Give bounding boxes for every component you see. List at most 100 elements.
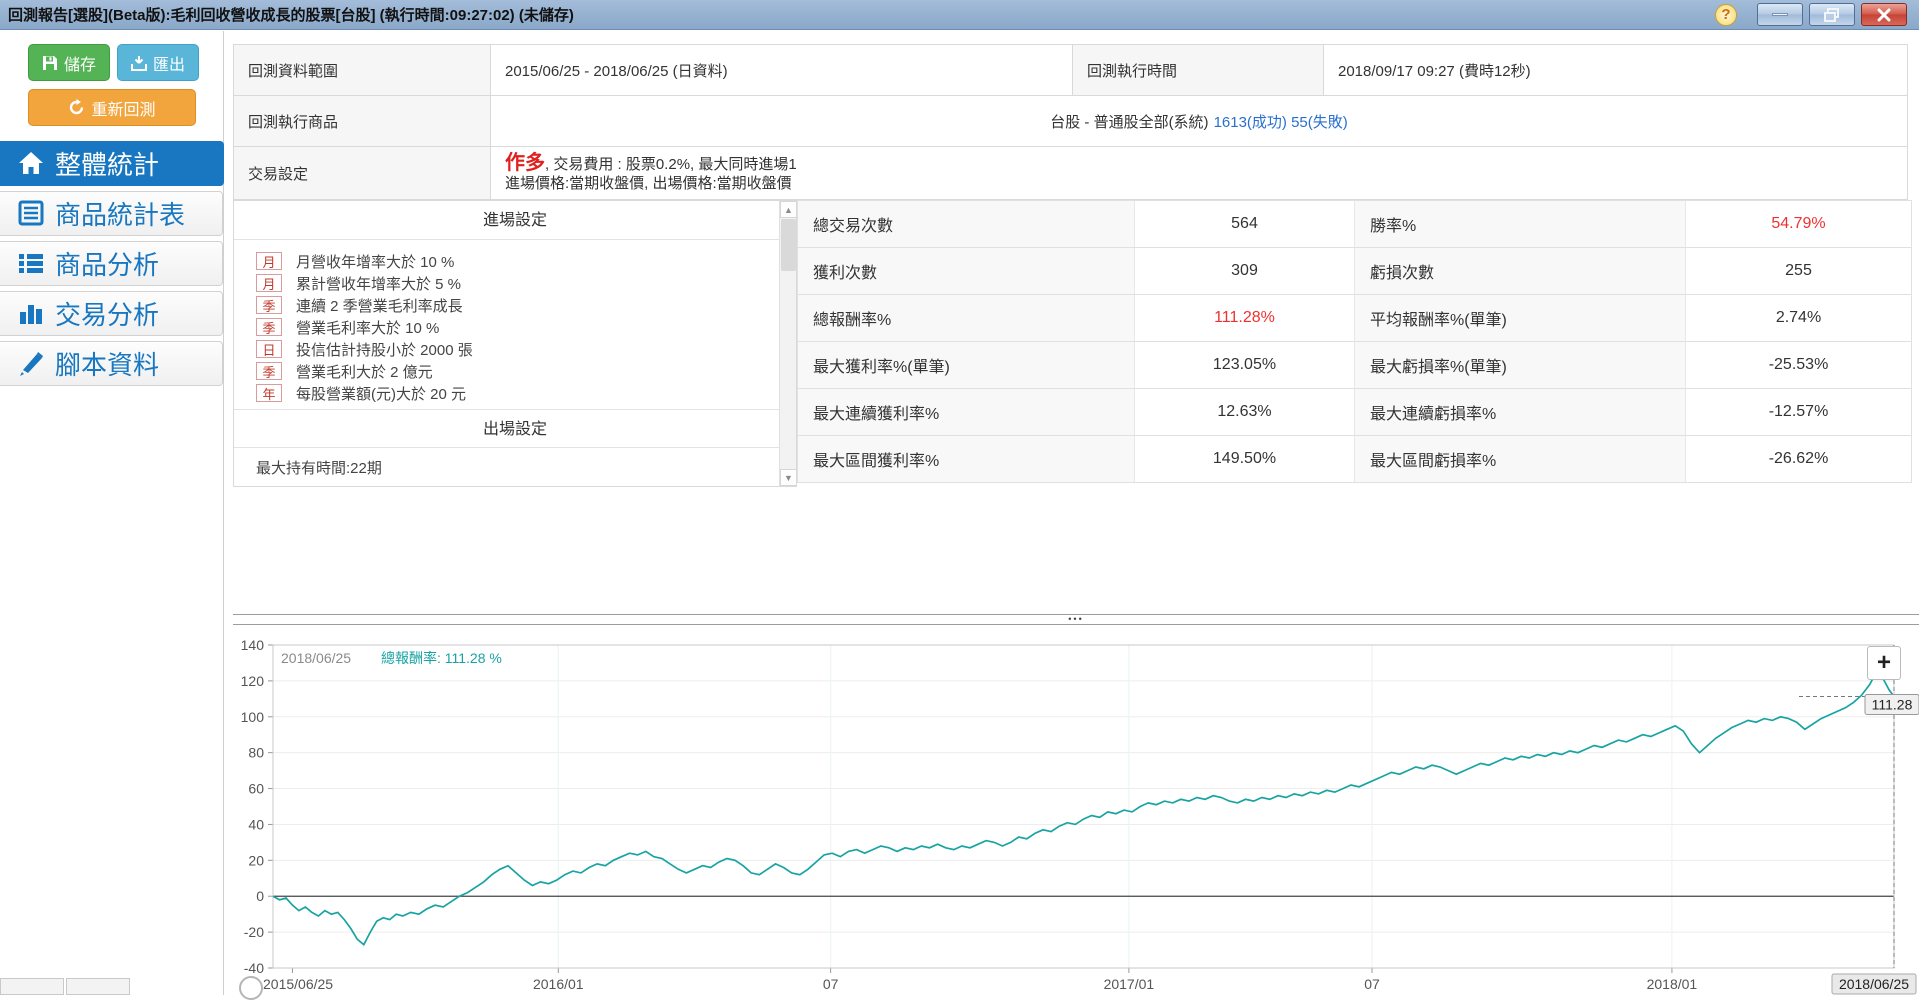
crosshair-x-label: 2018/06/25 (1839, 976, 1909, 992)
frequency-tag: 季 (256, 296, 282, 314)
trade-line1: , 交易費用 : 股票0.2%, 最大同時進場1 (545, 155, 797, 173)
plot-background (273, 645, 1894, 968)
save-button[interactable]: 儲存 (28, 44, 111, 81)
settings-scrollbar[interactable]: ▲ ▼ (779, 201, 796, 486)
stats-value: 149.50% (1135, 436, 1355, 482)
close-button[interactable] (1861, 3, 1907, 26)
sidebar-item-0[interactable]: 整體統計 (0, 141, 224, 186)
entry-setting-item: 季營業毛利大於 2 億元 (256, 360, 796, 382)
entry-setting-item: 年每股營業額(元)大於 20 元 (256, 382, 796, 404)
trade-settings-label: 交易設定 (234, 147, 491, 199)
x-tick-label: 2017/01 (1104, 976, 1155, 992)
scrollbar-thumb[interactable] (781, 219, 796, 271)
entry-settings-list: 月月營收年增率大於 10 % 月累計營收年增率大於 5 % 季連續 2 季營業毛利率… (234, 240, 796, 404)
entry-setting-item: 季營業毛利率大於 10 % (256, 316, 796, 338)
export-button[interactable]: 匯出 (117, 44, 200, 81)
minimize-button[interactable] (1757, 3, 1803, 26)
sidebar-item-label: 腳本資料 (55, 350, 160, 380)
sidebar-item-label: 整體統計 (55, 150, 160, 180)
sidebar-item-3[interactable]: 交易分析 (0, 291, 223, 336)
bottom-left-widget[interactable] (66, 978, 130, 995)
minimize-icon (1772, 13, 1788, 16)
product-value: 台股 - 普通股全部(系統) (1050, 113, 1209, 131)
list-icon (19, 254, 43, 273)
y-tick-label: 20 (248, 852, 264, 868)
pencil-icon (20, 352, 43, 376)
x-tick-label: 07 (1364, 976, 1380, 992)
range-value: 2015/06/25 - 2018/06/25 (日資料) (491, 45, 1073, 95)
table-icon (18, 200, 44, 226)
stats-value: 309 (1135, 248, 1355, 294)
entry-setting-item: 月累計營收年增率大於 5 % (256, 272, 796, 294)
scroll-up-icon[interactable]: ▲ (780, 201, 796, 218)
stats-value: 123.05% (1135, 342, 1355, 388)
close-icon (1877, 8, 1891, 21)
y-tick-label: 100 (241, 709, 265, 725)
title-bar: 回測報告[選股](Beta版):毛利回收營收成長的股票[台股] (執行時間:09… (0, 0, 1919, 30)
exit-settings-header: 出場設定 (234, 409, 796, 448)
stats-label: 總報酬率% (798, 295, 1135, 341)
sidebar-item-label: 交易分析 (55, 300, 160, 330)
x-tick-label: 07 (823, 976, 839, 992)
stats-value: 12.63% (1135, 389, 1355, 435)
scroll-down-icon[interactable]: ▼ (780, 469, 796, 486)
entry-setting-item: 季連續 2 季營業毛利率成長 (256, 294, 796, 316)
product-result-links[interactable]: 1613(成功) 55(失敗) (1214, 111, 1348, 132)
stats-value: 255 (1686, 248, 1911, 294)
window-controls: ? (1715, 3, 1919, 26)
settings-panel: 進場設定 月月營收年增率大於 10 % 月累計營收年增率大於 5 % 季連續 2 季… (233, 200, 797, 487)
y-tick-label: 60 (248, 781, 264, 797)
frequency-tag: 月 (256, 274, 282, 292)
stats-row: 最大連續獲利率% 12.63% 最大連續虧損率% -12.57% (798, 389, 1911, 436)
y-tick-label: 120 (241, 673, 265, 689)
restore-button[interactable] (1809, 3, 1855, 26)
entry-setting-text: 每股營業額(元)大於 20 元 (296, 385, 467, 403)
sidebar-item-2[interactable]: 商品分析 (0, 241, 223, 286)
exec-time-label: 回測執行時間 (1073, 45, 1324, 95)
bottom-left-widget[interactable] (0, 978, 64, 995)
home-icon (19, 152, 43, 174)
stats-label: 獲利次數 (798, 248, 1135, 294)
rerun-backtest-button[interactable]: 重新回測 (28, 89, 196, 126)
x-tick-label: 2015/06/25 (263, 976, 333, 992)
chart-zoom-in-button[interactable]: + (1867, 646, 1901, 680)
stats-label: 最大虧損率%(單筆) (1355, 342, 1686, 388)
stats-label: 勝率% (1355, 201, 1686, 247)
stats-label: 最大區間虧損率% (1355, 436, 1686, 482)
stats-value: 2.74% (1686, 295, 1911, 341)
sidebar-item-4[interactable]: 腳本資料 (0, 341, 223, 386)
chart-range-handle[interactable] (239, 976, 263, 1000)
sidebar: 儲存 匯出 重新回測 整體統計商品統計表商品分析交易分析腳本資料 (0, 31, 224, 995)
stats-value: -26.62% (1686, 436, 1911, 482)
y-tick-label: 0 (256, 888, 264, 904)
exec-time-value: 2018/09/17 09:27 (費時12秒) (1338, 62, 1531, 80)
entry-setting-text: 營業毛利大於 2 億元 (296, 363, 433, 381)
refresh-icon (70, 99, 84, 115)
sidebar-item-1[interactable]: 商品統計表 (0, 191, 223, 236)
trade-line2: 進場價格:當期收盤價, 出場價格:當期收盤價 (505, 174, 792, 192)
stats-label: 虧損次數 (1355, 248, 1686, 294)
splitter-handle[interactable]: ••• (233, 614, 1919, 625)
frequency-tag: 年 (256, 384, 282, 402)
y-tick-label: -40 (244, 960, 264, 976)
export-label: 匯出 (153, 56, 186, 74)
stats-value: -25.53% (1686, 342, 1911, 388)
frequency-tag: 季 (256, 362, 282, 380)
stats-label: 最大連續獲利率% (798, 389, 1135, 435)
y-tick-label: 140 (241, 637, 265, 653)
entry-setting-text: 連續 2 季營業毛利率成長 (296, 297, 463, 315)
entry-settings-header: 進場設定 (234, 201, 796, 240)
stats-table: 總交易次數 564 勝率% 54.79% 獲利次數 309 虧損次數 255 總報酬率% 111.… (797, 200, 1912, 483)
entry-setting-text: 營業毛利率大於 10 % (296, 319, 440, 337)
equity-curve-chart: -40 -20 0 20 40 60 80 100 120 140 2015/06/25 2016/0… (241, 637, 1919, 995)
y-tick-label: 40 (248, 816, 264, 832)
entry-setting-text: 月營收年增率大於 10 % (296, 253, 455, 271)
help-icon[interactable]: ? (1715, 3, 1737, 26)
range-label: 回測資料範圍 (234, 45, 491, 95)
sidebar-item-label: 商品統計表 (55, 200, 186, 230)
save-label: 儲存 (64, 56, 97, 74)
bar-chart-icon (20, 305, 42, 324)
info-table: 回測資料範圍 2015/06/25 - 2018/06/25 (日資料) 回測執… (233, 44, 1908, 200)
equity-chart-panel: -40 -20 0 20 40 60 80 100 120 140 2015/06/25 2016/0… (215, 632, 1919, 995)
entry-setting-text: 投信估計持股小於 2000 張 (296, 341, 473, 359)
